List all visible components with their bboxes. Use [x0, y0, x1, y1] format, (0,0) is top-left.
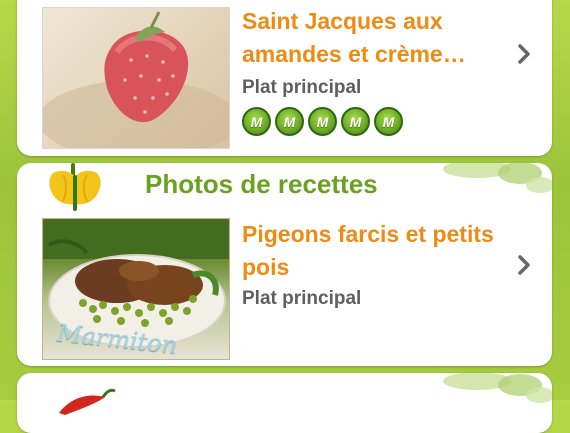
chevron-right-icon[interactable] — [517, 43, 531, 65]
chevron-right-icon[interactable] — [517, 254, 531, 276]
recipe-category: Plat principal — [242, 288, 362, 309]
recipe-rating: M M M M M — [242, 107, 403, 136]
recipe-category: Plat principal — [242, 77, 362, 98]
recipe-photo-pigeons: Marmiton — [42, 218, 230, 360]
red-chili-icon — [59, 388, 116, 415]
rating-badge-icon: M — [275, 107, 304, 136]
recipe-photo-strawberry — [42, 7, 230, 149]
leaves-icon — [443, 373, 552, 403]
next-section-card[interactable] — [17, 373, 552, 433]
rating-badge-icon: M — [341, 107, 370, 136]
recipe-card-featured[interactable]: Saint Jacques aux amandes et crème… Plat… — [17, 0, 552, 156]
rating-badge-icon: M — [308, 107, 337, 136]
leaves-icon — [443, 163, 552, 193]
rating-badge-icon: M — [242, 107, 271, 136]
recipe-title: Saint Jacques aux amandes et crème… — [242, 8, 466, 67]
recipe-title: Pigeons farcis et petits pois — [242, 221, 494, 280]
yellow-pepper-icon — [49, 163, 101, 211]
photos-section-card[interactable]: Photos de recettes Marmiton Pigeons farc… — [17, 163, 552, 366]
rating-badge-icon: M — [374, 107, 403, 136]
section-heading: Photos de recettes — [145, 169, 378, 199]
